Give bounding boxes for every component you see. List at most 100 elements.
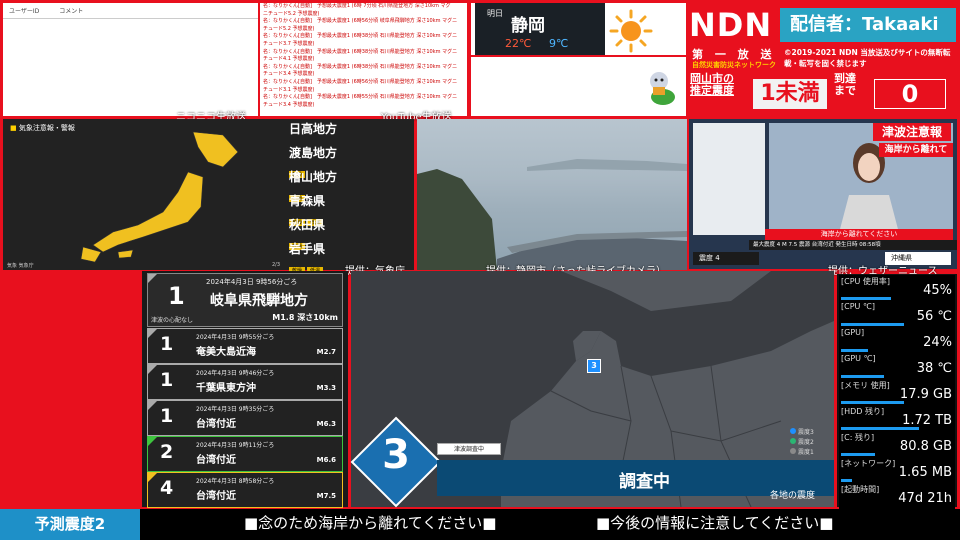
comment-panel-youtube: 名：なりかくん[自動] 予想最大震度1 (6時 7分頃 石川県能登地方 深さ10… <box>260 3 467 116</box>
row-place: 千葉県東方沖 <box>196 383 256 394</box>
news-eq-line: 最大震度 4 M 7.5 震源 台湾付近 発生日時 08:58頃 <box>749 240 957 250</box>
row-magnitude: M3.3 <box>316 384 336 392</box>
warning-region-name: 秋田県 <box>289 218 326 232</box>
row-time: 2024年4月3日 9時11分ごろ <box>196 442 275 449</box>
system-stat-row: [C: 残り] 80.8 GB <box>839 431 955 458</box>
comment-col-text: コメント <box>59 8 84 15</box>
system-stat-value: 80.8 GB <box>899 439 952 454</box>
system-stat-value: 47d 21h <box>898 491 952 506</box>
news-ticker: 海岸から離れてください <box>765 229 953 240</box>
intensity-corner-mark <box>148 437 157 446</box>
news-broadcast-panel: 津波注意報 海岸から離れて 海岸から離れてください 最大震度 4 M 7.5 震… <box>689 119 957 269</box>
area-intensity-label: 各地の震度 <box>770 491 816 501</box>
legend-dot-icon <box>790 448 796 454</box>
copyright-text: ©2019-2021 NDN 当放送及びサイトの無断転載・転写を固く禁じます <box>784 48 951 68</box>
row-intensity: 2 <box>160 441 174 463</box>
system-stat-row: [GPU] 24% <box>839 327 955 354</box>
comment-line: 名：なりかくん[自動] 予想最大震度1 (6時 7分頃 石川県能登地方 深さ10… <box>263 3 451 9</box>
comment-header: ユーザーID コメント <box>3 3 258 19</box>
system-stat-label: [GPU ℃] <box>841 354 876 363</box>
system-stat-value: 24% <box>923 335 952 350</box>
row-intensity: 4 <box>160 477 174 499</box>
mascot-icon <box>650 72 675 105</box>
system-stats-panel: [CPU 使用率] 45% [CPU ℃] 56 ℃ [GPU] 24% [GPU ℃] 38… <box>837 274 957 510</box>
row-time: 2024年4月3日 8時58分ごろ <box>196 478 275 485</box>
legend-item: 震度2 <box>790 438 814 448</box>
warning-map-title: ■ 気象注意報・警報 <box>10 124 75 132</box>
system-stat-bar <box>841 427 920 430</box>
warning-region-name: 渡島地方 <box>289 146 338 160</box>
system-stat-label: [HDD 残り] <box>841 407 885 416</box>
weather-low: 9℃ <box>549 37 569 50</box>
row-magnitude: M6.3 <box>316 420 336 428</box>
system-stat-label: [CPU ℃] <box>841 302 876 311</box>
row-place: 奄美大島近海 <box>196 347 256 358</box>
system-stat-row: [ネットワーク] 1.65 MB <box>839 457 955 484</box>
predicted-intensity: 予測震度2 <box>0 509 140 540</box>
arrival-countdown: 0 <box>874 79 946 109</box>
okayama-intensity-value: 1未満 <box>753 79 827 109</box>
warning-region-name: 檜山地方 <box>289 170 338 184</box>
row-magnitude: M2.7 <box>316 348 336 356</box>
latest-tsunami: 津波の心配なし <box>151 317 194 324</box>
warning-region-name: 岩手県 <box>289 242 326 256</box>
ndn-logo: NDN <box>689 6 773 44</box>
comment-line: 名：なりかくん[自動] 予想最大震度1 (6時56分頃 石川県能登地方 深さ10… <box>263 78 458 85</box>
comment-line: 名：なりかくん[自動] 予想最大震度1 (6時38分頃 石川県能登地方 深さ10… <box>263 33 458 40</box>
system-stat-row: [メモリ 使用] 17.9 GB <box>839 379 955 406</box>
earthquake-row: 1 2024年4月3日 9時35分ごろ 台湾付近 M6.3 <box>147 400 343 436</box>
comment-panel-niconico: ユーザーID コメント <box>3 3 258 116</box>
earthquake-row: 2 2024年4月3日 9時11分ごろ 台湾付近 M6.6 <box>147 436 343 472</box>
ticker-message-2: ■今後の情報に注意してください■ <box>596 514 834 532</box>
weather-day-label: 明日 <box>487 9 503 18</box>
legend-label: 震度2 <box>798 439 814 446</box>
intensity-corner-mark <box>148 365 157 374</box>
warning-map-source: 気象 気象庁 <box>7 263 34 269</box>
system-stat-value: 38 ℃ <box>916 361 952 376</box>
system-stat-bar <box>841 401 904 404</box>
row-place: 台湾付近 <box>196 491 236 502</box>
row-intensity: 1 <box>160 333 174 355</box>
system-stat-row: [起動時間] 47d 21h <box>839 483 955 510</box>
caster-label: 配信者：Takaaki <box>780 8 956 42</box>
warning-region-name: 青森県 <box>289 194 326 208</box>
warning-map-pager: 2/3 <box>272 262 281 268</box>
system-stat-row: [CPU 使用率] 45% <box>839 275 955 302</box>
intensity-corner-mark <box>148 274 157 283</box>
system-stat-row: [GPU ℃] 38 ℃ <box>839 353 955 380</box>
comment-line: チュード4.1 予想震度) <box>263 56 315 63</box>
intensity-corner-mark <box>148 473 157 482</box>
earthquake-list: 1 2024年4月3日 9時56分ごろ 岐阜県飛騨地方 津波の心配なし M1.8… <box>142 271 348 508</box>
okayama-label-line2: 推定震度 <box>690 84 734 97</box>
system-stat-bar <box>841 453 875 456</box>
row-time: 2024年4月3日 9時55分ごろ <box>196 334 275 341</box>
system-stat-value: 1.72 TB <box>902 413 952 428</box>
epicenter-intensity-marker: 3 <box>587 359 601 373</box>
system-stat-label: [GPU] <box>841 328 865 337</box>
comment-col-user: ユーザーID <box>9 8 40 15</box>
weather-city: 静岡 <box>511 16 545 36</box>
tsunami-status-tag: 津波調査中 <box>437 443 501 455</box>
row-magnitude: M7.5 <box>316 492 336 500</box>
max-intensity-value: 3 <box>382 432 410 478</box>
comment-line: チュード3.7 予想震度) <box>263 40 315 47</box>
row-time: 2024年4月3日 9時35分ごろ <box>196 406 275 413</box>
comment-line: 名：なりかくん[自動] 予想最大震度1 (6時56分頃 岐阜県飛騨地方 深さ10… <box>263 18 458 25</box>
intensity-corner-mark <box>148 329 157 338</box>
coast-camera-image <box>417 159 687 270</box>
comment-line: チュード3.4 予想震度) <box>263 71 315 78</box>
latest-intensity: 1 <box>168 282 185 310</box>
latest-time: 2024年4月3日 9時56分ごろ <box>206 278 298 286</box>
system-stat-value: 56 ℃ <box>916 309 952 324</box>
weather-high: 22℃ <box>505 37 532 50</box>
news-intensity-tag: 震度 4 <box>693 252 759 265</box>
system-stat-label: [ネットワーク] <box>841 459 896 468</box>
warning-map-title-text: 気象注意報・警報 <box>18 124 75 132</box>
latest-earthquake-card: 1 2024年4月3日 9時56分ごろ 岐阜県飛騨地方 津波の心配なし M1.8… <box>147 273 343 327</box>
system-stat-bar <box>841 479 853 482</box>
warning-region: 日高地方 <box>289 120 399 137</box>
system-stat-bar <box>841 297 892 300</box>
legend-label: 震度1 <box>798 449 814 456</box>
weather-box: 明日 静岡 22℃ 9℃ <box>475 3 605 55</box>
bottom-ticker: ■念のため海岸から離れてください■ ■今後の情報に注意してください■ <box>140 509 960 540</box>
